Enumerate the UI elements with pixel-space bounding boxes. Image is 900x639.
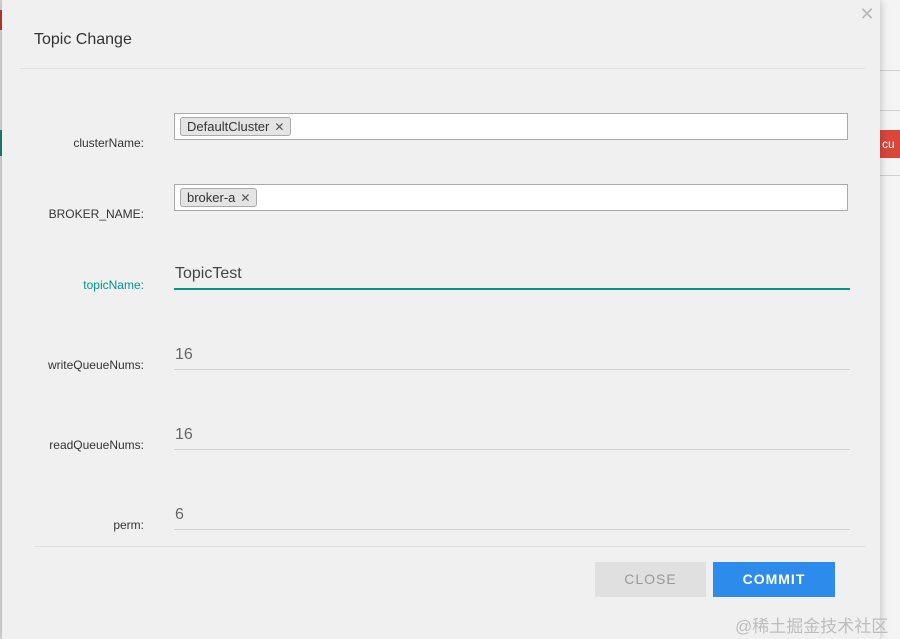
remove-chip-icon[interactable]: ✕: [240, 189, 250, 207]
read-queue-nums-input[interactable]: [174, 420, 850, 450]
read-queue-nums-label: readQueueNums:: [49, 438, 144, 452]
background-divider: [880, 175, 900, 176]
remove-chip-icon[interactable]: ✕: [274, 118, 284, 136]
commit-button[interactable]: COMMIT: [713, 562, 835, 597]
cluster-name-select[interactable]: DefaultCluster ✕: [174, 113, 848, 140]
perm-label: perm:: [113, 518, 144, 532]
broker-chip-label: broker-a: [187, 190, 236, 205]
topic-change-dialog: Topic Change ✕ clusterName: DefaultClust…: [2, 0, 880, 639]
cluster-chip-label: DefaultCluster: [187, 119, 270, 134]
dialog-title: Topic Change: [34, 31, 132, 48]
topic-name-label: topicName:: [83, 278, 144, 292]
write-queue-nums-input[interactable]: [174, 340, 850, 370]
broker-name-select[interactable]: broker-a ✕: [174, 184, 848, 211]
title-divider: [20, 68, 865, 69]
cluster-chip: DefaultCluster ✕: [180, 117, 292, 136]
background-divider: [880, 110, 900, 111]
background-page-panel: [880, 0, 900, 639]
background-action-button: cu: [880, 130, 900, 158]
close-icon[interactable]: ✕: [857, 4, 877, 24]
broker-name-label: BROKER_NAME:: [48, 207, 144, 221]
background-divider: [880, 70, 900, 71]
cluster-name-label: clusterName:: [73, 136, 144, 150]
footer-divider: [34, 546, 865, 547]
watermark: @稀土掘金技术社区: [735, 617, 889, 636]
perm-input[interactable]: [174, 500, 850, 530]
close-button[interactable]: CLOSE: [595, 562, 706, 597]
topic-name-input[interactable]: [174, 260, 850, 290]
write-queue-nums-label: writeQueueNums:: [47, 358, 144, 372]
broker-chip: broker-a ✕: [180, 188, 258, 207]
